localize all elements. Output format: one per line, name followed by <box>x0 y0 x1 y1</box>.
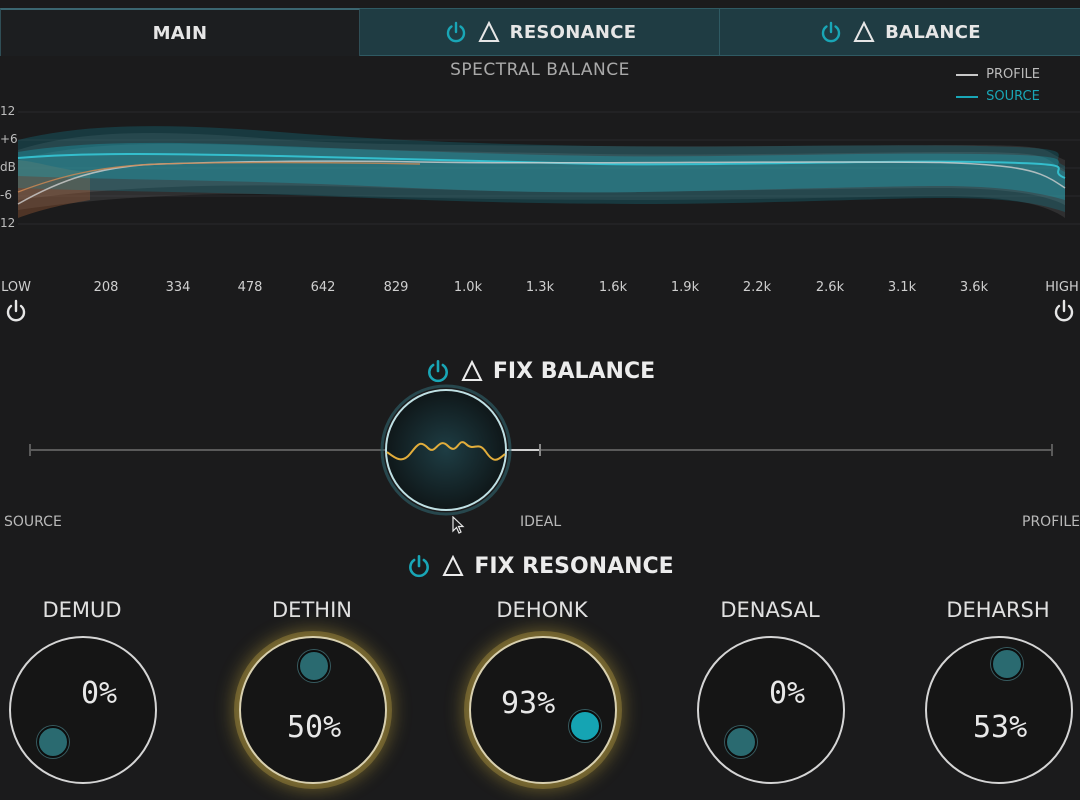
freq-label: 3.6k <box>959 280 989 295</box>
low-power-icon[interactable] <box>4 298 28 324</box>
freq-label: 1.9k <box>670 280 700 295</box>
knob-demud: DEMUD 0% <box>2 598 162 798</box>
delta-icon[interactable] <box>461 360 483 382</box>
knob-dethin: DETHIN 50% <box>232 598 392 798</box>
freq-label: 642 <box>310 280 336 295</box>
delta-icon[interactable] <box>478 21 500 43</box>
freq-label: 1.0k <box>453 280 483 295</box>
legend-label-profile: PROFILE <box>986 67 1040 82</box>
freq-label: 334 <box>165 280 191 295</box>
frequency-axis: LOW 208 334 478 642 829 1.0k 1.3k 1.6k 1… <box>0 280 1080 298</box>
balance-slider[interactable] <box>0 380 1080 520</box>
knob-label: DEHONK <box>496 598 588 622</box>
knob-value: 50% <box>287 710 342 745</box>
delta-icon[interactable] <box>442 555 464 577</box>
spectrum-graph <box>17 111 1080 225</box>
knob-label: DEMUD <box>42 598 122 622</box>
freq-label: 2.2k <box>742 280 772 295</box>
freq-label: 829 <box>383 280 409 295</box>
power-icon[interactable] <box>819 20 843 44</box>
freq-label: 3.1k <box>887 280 917 295</box>
balance-profile-label: PROFILE <box>1022 514 1080 530</box>
knob-label: DENASAL <box>720 598 820 622</box>
tab-bar: MAIN RESONANCE BALANCE <box>0 0 1080 56</box>
knob-value: 93% <box>501 686 556 721</box>
freq-label: 1.6k <box>598 280 628 295</box>
knob-denasal: DENASAL 0% <box>690 598 850 798</box>
power-icon[interactable] <box>444 20 468 44</box>
tab-main[interactable]: MAIN <box>0 8 360 56</box>
legend-swatch-source <box>956 96 979 98</box>
knob-value: 0% <box>81 676 118 711</box>
freq-label-low: LOW <box>1 280 31 295</box>
knob-indicator <box>991 648 1023 680</box>
knob-indicator <box>725 726 757 758</box>
tab-main-label: MAIN <box>152 22 208 44</box>
knob-label: DETHIN <box>272 598 352 622</box>
delta-icon[interactable] <box>853 21 875 43</box>
freq-label: 2.6k <box>815 280 845 295</box>
knob-dehonk: DEHONK 93% <box>462 598 622 798</box>
freq-label-high: HIGH <box>1045 280 1079 295</box>
tab-balance-label: BALANCE <box>885 21 981 43</box>
balance-ideal-label: IDEAL <box>520 514 562 530</box>
legend-swatch-profile <box>956 74 979 76</box>
high-power-icon[interactable] <box>1052 298 1076 324</box>
knob-label: DEHARSH <box>946 598 1050 622</box>
balance-source-label: SOURCE <box>4 514 62 530</box>
knob-indicator <box>37 726 69 758</box>
dehonk-knob[interactable]: 93% <box>469 636 617 784</box>
fix-resonance-header: FIX RESONANCE <box>0 553 1080 579</box>
tab-resonance[interactable]: RESONANCE <box>360 8 720 56</box>
knob-value: 0% <box>769 676 806 711</box>
mouse-cursor-icon <box>452 516 465 534</box>
denasal-knob[interactable]: 0% <box>697 636 845 784</box>
tab-resonance-label: RESONANCE <box>509 21 637 43</box>
deharsh-knob[interactable]: 53% <box>925 636 1073 784</box>
knob-indicator <box>569 710 601 742</box>
freq-label: 208 <box>93 280 119 295</box>
demud-knob[interactable]: 0% <box>9 636 157 784</box>
power-icon[interactable] <box>406 553 432 579</box>
freq-label: 478 <box>237 280 263 295</box>
knob-value: 53% <box>973 710 1028 745</box>
spectral-balance-title: SPECTRAL BALANCE <box>450 60 630 80</box>
dethin-knob[interactable]: 50% <box>239 636 387 784</box>
freq-label: 1.3k <box>525 280 555 295</box>
knob-indicator <box>298 650 330 682</box>
knob-deharsh: DEHARSH 53% <box>918 598 1078 798</box>
legend-item-profile: PROFILE <box>956 64 1040 86</box>
tab-balance[interactable]: BALANCE <box>720 8 1080 56</box>
fix-resonance-title: FIX RESONANCE <box>474 553 674 579</box>
